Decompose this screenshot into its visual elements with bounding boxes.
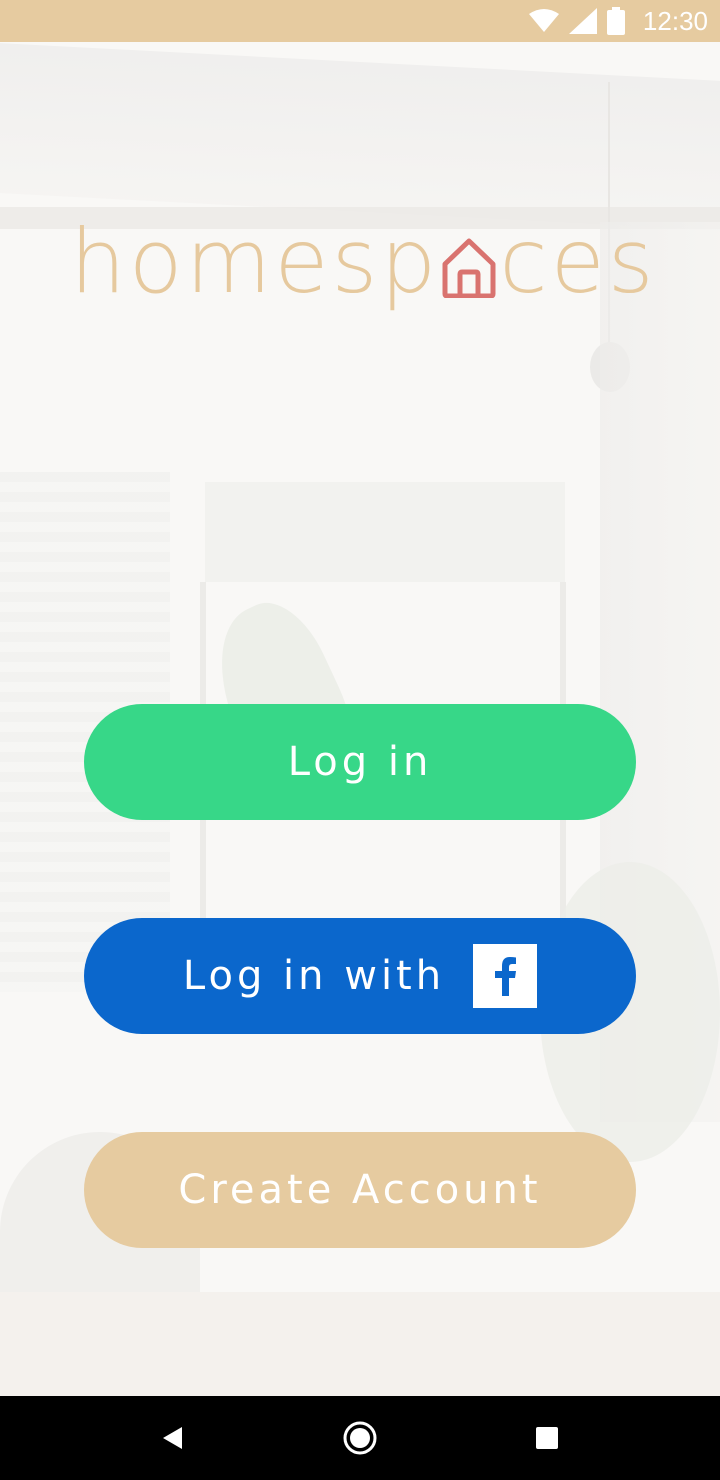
logo-text-start: homesp (70, 210, 440, 313)
battery-icon (606, 7, 625, 35)
home-icon (343, 1421, 377, 1455)
cell-signal-icon (568, 8, 597, 34)
status-icons: 12:30 (528, 5, 708, 37)
logo-text-end: ces (499, 210, 657, 313)
status-bar: 12:30 (0, 0, 720, 42)
facebook-login-label: Log in with (182, 953, 446, 999)
house-icon (441, 224, 497, 299)
home-button[interactable] (320, 1398, 400, 1478)
status-time: 12:30 (642, 5, 708, 36)
recents-icon (535, 1427, 558, 1449)
create-account-label: Create Account (178, 1167, 542, 1213)
navigation-bar (0, 1396, 720, 1480)
login-button-label: Log in (287, 739, 433, 785)
facebook-login-button[interactable]: Log in with (84, 918, 636, 1034)
back-button[interactable] (133, 1398, 213, 1478)
recents-button[interactable] (507, 1398, 587, 1478)
login-button[interactable]: Log in (84, 704, 636, 820)
wifi-icon (528, 9, 559, 32)
app-logo: homesp ces (70, 218, 660, 338)
create-account-button[interactable]: Create Account (84, 1132, 636, 1248)
back-icon (163, 1427, 183, 1449)
facebook-icon (473, 944, 538, 1008)
